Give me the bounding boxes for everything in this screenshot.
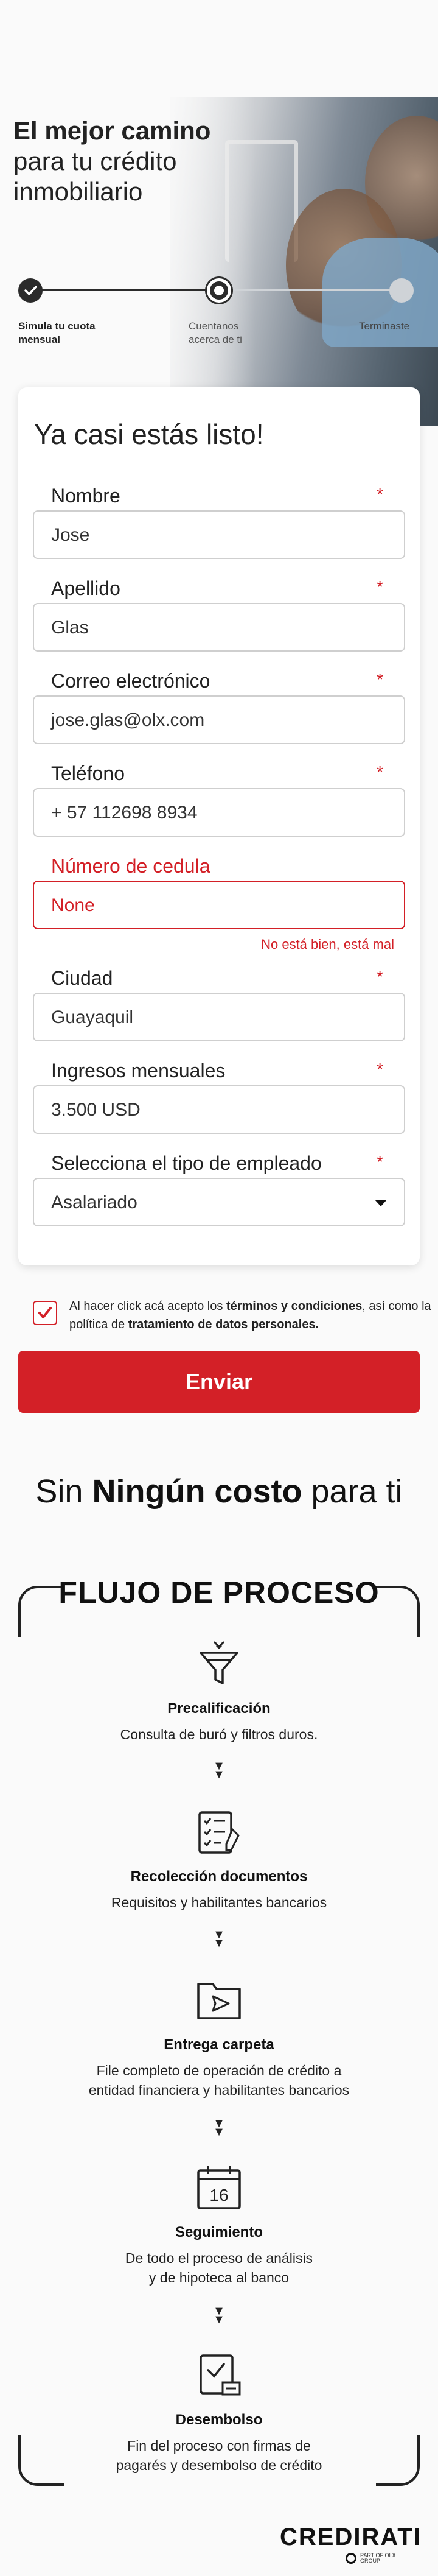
hero-section: El mejor camino para tu crédito inmobili… [0,97,438,426]
olx-group-icon [346,2553,356,2564]
calendar-day: 16 [209,2186,228,2205]
flow-step-name: Entrega carpeta [164,2036,274,2053]
flow-title: FLUJO DE PROCESO [58,1575,380,1610]
privacy-link[interactable]: tratamiento de datos personales. [128,1318,319,1331]
consent-row: Al hacer click acá acepto los términos y… [33,1297,431,1340]
required-mark: * [377,1060,383,1079]
calendar-icon: 16 [197,2166,241,2209]
field-label: Teléfono [51,762,125,784]
field-value: Asalariado [51,1192,137,1212]
required-mark: * [377,670,383,689]
progress-stepper: Simula tu cuota mensual Cuentanos acerca… [0,271,438,356]
no-cost-heading: Sin Ningún costo para ti [35,1473,403,1510]
page: El mejor camino para tu crédito inmobili… [0,0,438,2576]
required-mark: * [377,485,383,504]
flow-step-name: Recolección documentos [130,1868,308,1885]
hero-title-bold: El mejor camino [13,116,211,145]
terms-link[interactable]: términos y condiciones [226,1300,362,1313]
field-label: Ingresos mensuales [51,1060,226,1082]
brand-logo[interactable]: CREDIRATI PART OF OLX GROUP [280,2524,426,2566]
pending-step-icon [389,278,414,303]
field-label: Selecciona el tipo de empleado [51,1152,322,1174]
flow-step-name: Seguimiento [175,2224,263,2240]
field-label: Apellido [51,577,120,599]
folder-send-icon [197,1983,241,2019]
hero-title-light: para tu crédito inmobiliario [13,147,177,206]
flow-arrow-icon: ▼ ▼ [213,2304,225,2326]
consent-text: Al hacer click acá acepto los términos y… [69,1300,431,1331]
step-label: Terminaste [359,320,410,332]
step-label: Simula tu cuota mensual [18,320,96,345]
field-value: None [51,895,95,915]
flow-step-desc: File completo de operación de crédito a … [88,2063,350,2098]
flow-arrow-icon: ▼ ▼ [213,1759,225,1781]
field-value: Guayaquil [51,1007,134,1027]
current-step-icon [207,278,231,303]
required-mark: * [377,577,383,596]
checkmark-icon [38,1307,52,1318]
field-label: Número de cedula [51,855,210,877]
field-label: Nombre [51,485,120,507]
field-value: Jose [51,525,90,545]
hero-title: El mejor camino para tu crédito inmobili… [13,116,210,207]
field-label: Ciudad [51,967,113,989]
field-value: + 57 112698 8934 [51,803,198,823]
checklist-icon [198,1811,240,1854]
flow-step-desc: Fin del proceso con firmas de pagarés y … [116,2438,322,2473]
brand-tagline: PART OF OLX GROUP [360,2552,396,2564]
flow-step-desc: Consulta de buró y filtros duros. [120,1726,318,1742]
form-title: Ya casi estás listo! [34,418,264,450]
step-label: Cuentanos acerca de ti [189,320,242,345]
chevron-down-icon[interactable] [375,1200,387,1206]
check-icon [18,278,43,303]
flow-step-name: Desembolso [175,2412,263,2428]
consent-checkbox[interactable] [33,1301,57,1325]
field-label: Correo electrónico [51,670,210,692]
flow-step-name: Precalificación [167,1700,271,1717]
field-value: Glas [51,618,89,638]
flow-step-desc: De todo el proceso de análisis y de hipo… [125,2250,313,2286]
required-mark: * [377,967,383,986]
field-value: 3.500 USD [51,1100,141,1120]
process-flow: FLUJO DE PROCESO Precalificación Consult… [15,1575,423,2490]
brand-wordmark: CREDIRATI [280,2524,422,2550]
flow-arrow-icon: ▼ ▼ [213,1928,225,1950]
approval-icon [200,2354,241,2396]
apellido-input[interactable] [33,603,405,652]
form-card: Ya casi estás listo! Nombre * Jose Apell… [18,387,420,1265]
flow-step-desc: Requisitos y habilitantes bancarios [111,1895,327,1910]
funnel-icon [200,1641,238,1684]
stepper-line-pending [218,289,400,291]
error-message: No está bien, está mal [261,937,394,952]
required-mark: * [377,1152,383,1171]
field-value: jose.glas@olx.com [51,710,205,730]
flow-arrow-icon: ▼ ▼ [213,2117,225,2139]
required-mark: * [377,762,383,781]
submit-button[interactable]: Enviar [18,1351,420,1413]
